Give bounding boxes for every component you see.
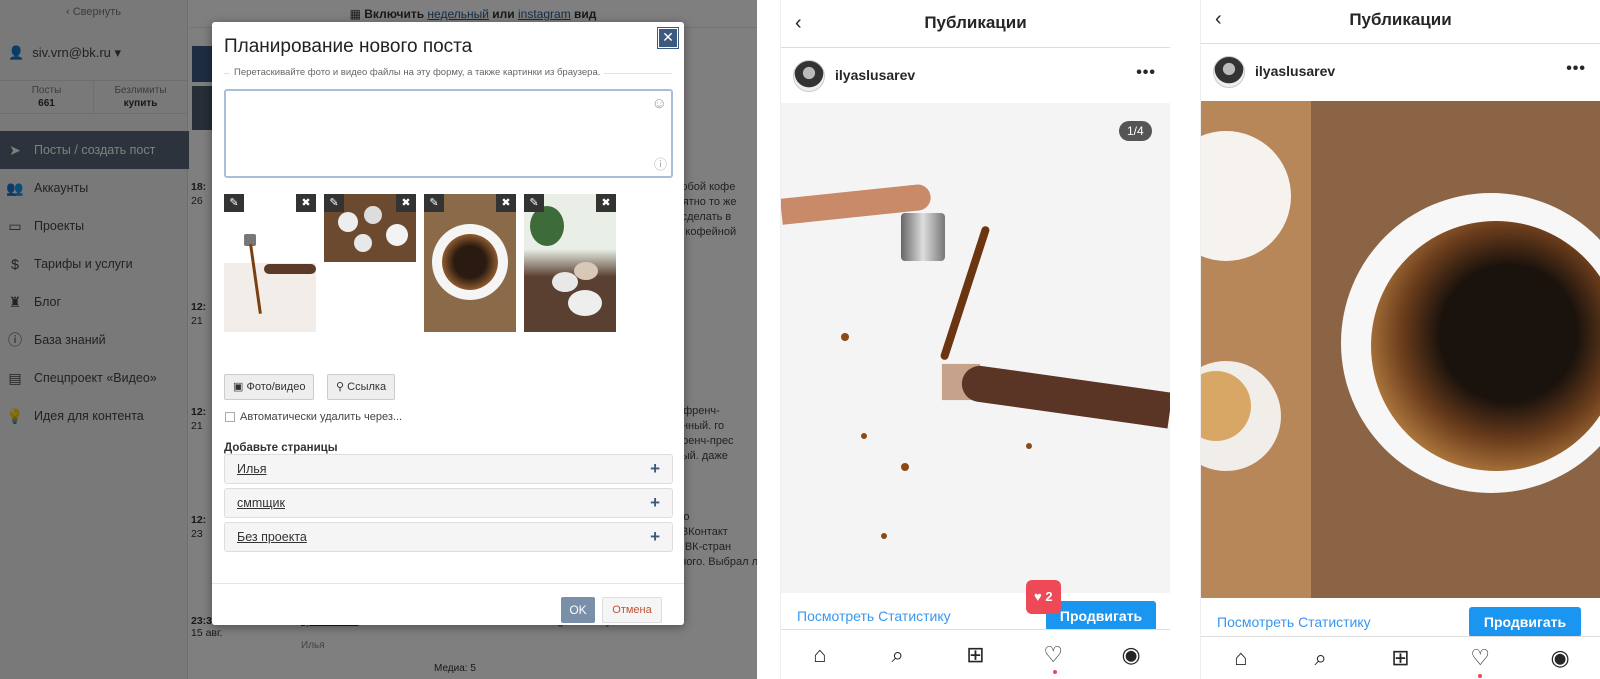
add-icon[interactable]: ⊞ xyxy=(960,642,990,668)
promote-button[interactable]: Продвигать xyxy=(1469,607,1581,637)
more-icon[interactable]: ••• xyxy=(1136,64,1156,82)
plus-icon[interactable]: + xyxy=(650,455,660,483)
auto-delete-checkbox[interactable]: Автоматически удалить через... xyxy=(225,411,402,423)
media-thumbnail[interactable]: ✎ ✖ xyxy=(324,194,416,262)
media-thumbnail[interactable]: ✎ ✖ xyxy=(224,194,316,332)
search-icon[interactable]: ⌕ xyxy=(883,642,913,668)
post-image[interactable] xyxy=(1201,101,1600,598)
page-option[interactable]: Без проекта + xyxy=(224,522,673,552)
close-icon[interactable]: ✕ xyxy=(657,27,679,49)
likes-badge: ♥ 2 xyxy=(1026,580,1061,614)
checkbox-box[interactable] xyxy=(225,412,235,422)
edit-icon[interactable]: ✎ xyxy=(324,194,344,212)
avatar[interactable] xyxy=(793,60,825,92)
delete-icon[interactable]: ✖ xyxy=(296,194,316,212)
ok-button[interactable]: OK xyxy=(561,597,595,623)
delete-icon[interactable]: ✖ xyxy=(596,194,616,212)
drop-hint: Перетаскивайте фото и видео файлы на эту… xyxy=(230,67,605,78)
instagram-screen-2: ‹ Публикации ilyaslusarev ••• Посмотреть… xyxy=(1200,0,1600,679)
screen-title: Публикации xyxy=(1349,10,1452,29)
pages-heading: Добавьте страницы xyxy=(224,442,338,454)
activity-icon[interactable]: ♡ xyxy=(1038,642,1068,668)
heart-icon: ♥ xyxy=(1034,589,1042,604)
avatar[interactable] xyxy=(1213,56,1245,88)
dialog-title: Планирование нового поста xyxy=(224,36,473,57)
home-icon[interactable]: ⌂ xyxy=(1226,645,1256,671)
plus-icon[interactable]: + xyxy=(650,523,660,551)
smmplanner-app: ‹ Свернуть 👤 siv.vrn@bk.ru ▾ Посты661 Бе… xyxy=(0,0,757,679)
activity-icon[interactable]: ♡ xyxy=(1465,645,1495,671)
bottom-tab-bar: ⌂ ⌕ ⊞ ♡ ◉ xyxy=(1201,636,1600,679)
instagram-screen-1: ‹ Публикации ilyaslusarev ••• 1/4 Посмот… xyxy=(780,0,1170,679)
profile-icon[interactable]: ◉ xyxy=(1116,642,1146,668)
home-icon[interactable]: ⌂ xyxy=(805,642,835,668)
delete-icon[interactable]: ✖ xyxy=(496,194,516,212)
image-counter: 1/4 xyxy=(1119,121,1152,141)
notification-dot xyxy=(1053,670,1057,674)
more-icon[interactable]: ••• xyxy=(1566,60,1586,78)
page-option[interactable]: смmщик + xyxy=(224,488,673,518)
media-thumbnail[interactable]: ✎ ✖ xyxy=(424,194,516,332)
view-stats-link[interactable]: Посмотреть Статистику xyxy=(797,608,951,624)
post-image[interactable] xyxy=(781,103,1170,593)
search-icon[interactable]: ⌕ xyxy=(1306,645,1336,671)
promote-button[interactable]: Продвигать xyxy=(1046,601,1156,631)
post-text-input[interactable]: ☺ ⓘ xyxy=(224,89,673,178)
link-icon: ⚲ xyxy=(336,381,345,393)
edit-icon[interactable]: ✎ xyxy=(224,194,244,212)
bottom-tab-bar: ⌂ ⌕ ⊞ ♡ ◉ xyxy=(781,629,1170,679)
add-icon[interactable]: ⊞ xyxy=(1385,645,1415,671)
media-thumbnail[interactable]: ✎ ✖ xyxy=(524,194,616,332)
username[interactable]: ilyaslusarev xyxy=(1255,63,1335,79)
delete-icon[interactable]: ✖ xyxy=(396,194,416,212)
add-link-button[interactable]: ⚲ Ссылка xyxy=(327,374,396,400)
page-option[interactable]: Илья + xyxy=(224,454,673,484)
username[interactable]: ilyaslusarev xyxy=(835,67,915,83)
plus-icon[interactable]: + xyxy=(650,489,660,517)
profile-icon[interactable]: ◉ xyxy=(1545,645,1575,671)
add-media-button[interactable]: ▣ Фото/видео xyxy=(224,374,315,400)
info-icon[interactable]: ⓘ xyxy=(654,154,667,173)
emoji-icon[interactable]: ☺ xyxy=(652,95,667,112)
image-icon: ▣ xyxy=(233,381,244,393)
edit-icon[interactable]: ✎ xyxy=(424,194,444,212)
screen-title: Публикации xyxy=(924,13,1027,32)
new-post-dialog: Планирование нового поста ✕ Перетаскивай… xyxy=(212,22,684,625)
view-stats-link[interactable]: Посмотреть Статистику xyxy=(1217,614,1371,630)
cancel-button[interactable]: Отмена xyxy=(602,597,662,623)
notification-dot xyxy=(1478,674,1482,678)
edit-icon[interactable]: ✎ xyxy=(524,194,544,212)
